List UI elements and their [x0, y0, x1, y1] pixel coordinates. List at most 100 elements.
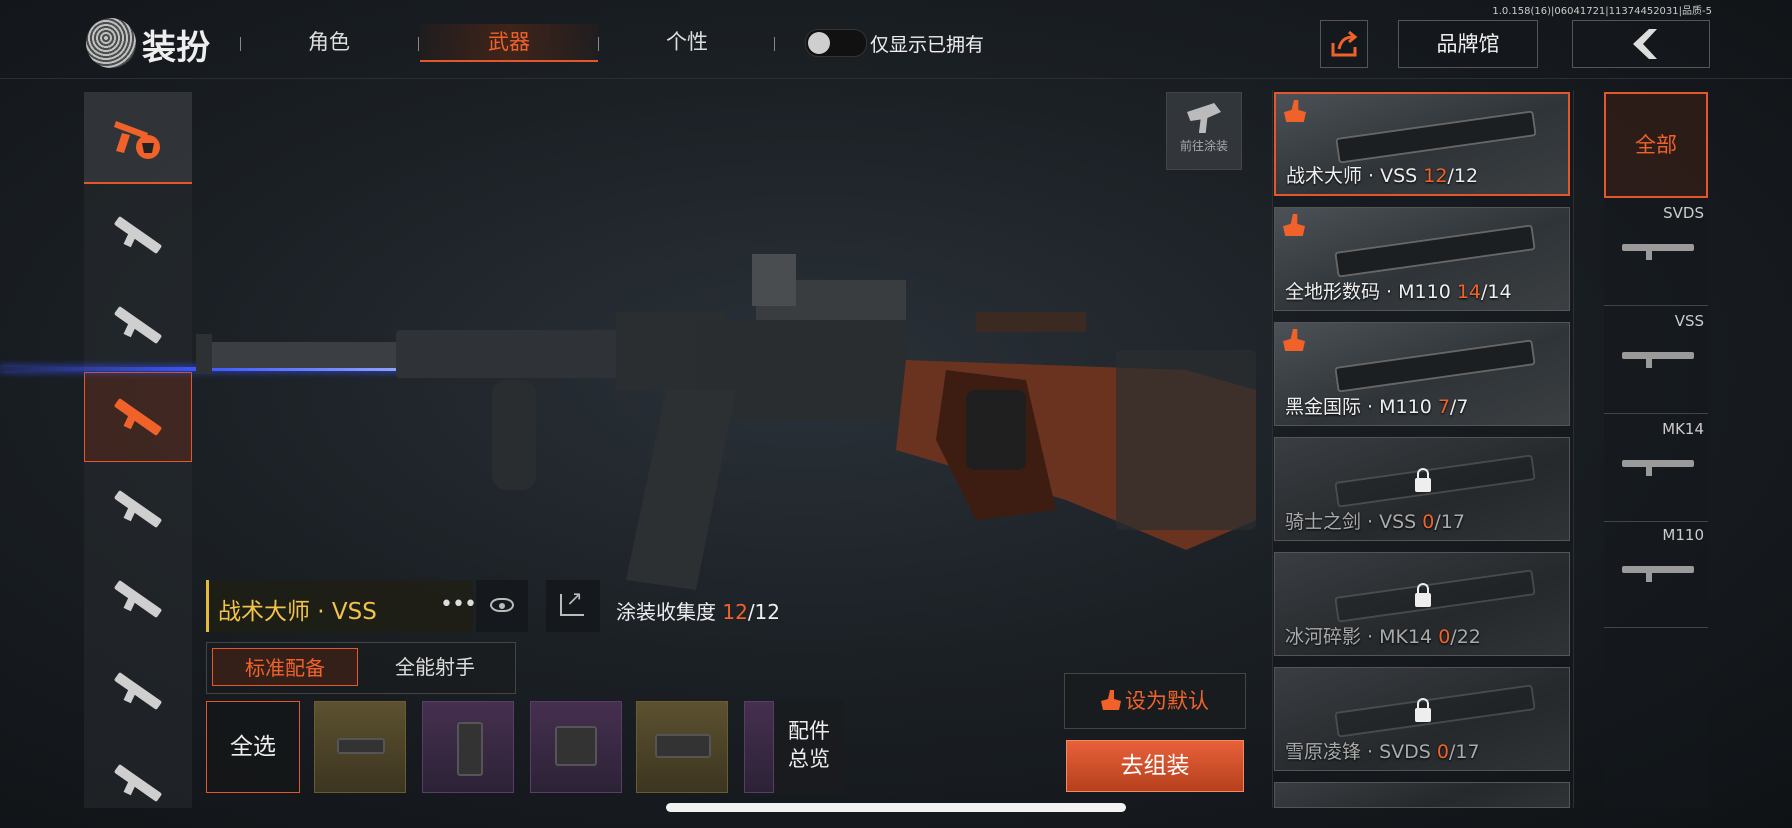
share-button[interactable] [1320, 20, 1368, 68]
weapon-name: 战术大师 · VSS [218, 599, 377, 625]
skin-have: 14 [1456, 281, 1482, 303]
category-smg[interactable] [84, 280, 192, 370]
skin-card[interactable]: 骑士之剑 · VSS 0/17 [1274, 437, 1570, 541]
skin-card[interactable]: 冰河碎影 · MK14 0/22 [1274, 552, 1570, 656]
attachment-slot-stock[interactable] [636, 701, 728, 793]
weapon-model-vss[interactable] [196, 250, 1266, 590]
skin-label: 黑金国际 · M110 7/7 [1285, 392, 1468, 419]
category-shotgun[interactable] [84, 646, 192, 736]
m110-icon [1622, 566, 1694, 582]
category-lmg[interactable] [84, 738, 192, 828]
filter-vss[interactable]: VSS [1604, 308, 1708, 414]
share-weapon-button[interactable] [546, 580, 600, 632]
category-assault-rifle[interactable] [84, 190, 192, 280]
back-arrow-icon [1633, 29, 1657, 59]
tab-personality[interactable]: 个性 [598, 24, 776, 60]
skin-label: 雪原凌锋 · SVDS 0/17 [1285, 737, 1480, 764]
set-default-button[interactable]: 设为默认 [1064, 673, 1246, 729]
preview-button[interactable] [476, 580, 528, 632]
smg-icon [113, 305, 163, 345]
skin-total: /17 [1449, 741, 1480, 763]
skin-have: 12 [1423, 165, 1448, 187]
skin-thumbnail [1334, 454, 1536, 508]
tab-standard-loadout[interactable]: 标准配备 [212, 648, 358, 686]
paint-brush-gun-icon [114, 121, 160, 159]
attachment-slot-grip[interactable] [422, 701, 514, 793]
skin-card[interactable]: 雪原凌锋 · SVDS 0/17 [1274, 667, 1570, 771]
paint-brush-icon [1284, 100, 1306, 122]
bolt-rifle-icon [113, 489, 163, 529]
go-to-paint-label: 前往涂装 [1179, 139, 1228, 153]
divider [774, 37, 775, 51]
skin-label: 全地形数码 · M110 14/14 [1285, 277, 1512, 304]
attachment-slot-sight[interactable] [530, 701, 622, 793]
mk14-icon [1622, 460, 1694, 476]
lock-icon [1415, 468, 1431, 492]
attachment-overview-button[interactable]: 配件 总览 [774, 701, 844, 793]
skin-thumbnail [1334, 224, 1536, 278]
set-default-label: 设为默认 [1125, 689, 1209, 713]
share-icon [1331, 30, 1358, 57]
attachment-slot-suppressor[interactable] [314, 701, 406, 793]
skin-total: /22 [1450, 626, 1481, 648]
home-indicator[interactable] [666, 803, 1126, 812]
back-button[interactable] [1572, 20, 1710, 68]
lmg-icon [113, 763, 163, 803]
collection-total: /12 [747, 600, 780, 624]
skin-name: 雪原凌锋 · SVDS [1285, 741, 1437, 763]
skin-card[interactable]: 黑金国际 · M110 7/7 [1274, 322, 1570, 426]
collection-have: 12 [722, 600, 748, 624]
skin-have: 0 [1436, 741, 1450, 763]
tab-allround-loadout[interactable]: 全能射手 [362, 648, 508, 686]
skin-label: 战术大师 · VSS 12/12 [1286, 161, 1478, 188]
grip-icon [457, 722, 483, 776]
category-paint[interactable] [84, 92, 192, 184]
skin-card[interactable]: 全地形数码 · M110 14/14 [1274, 207, 1570, 311]
vss-icon [1622, 352, 1694, 368]
skin-have: 7 [1437, 396, 1450, 418]
skin-card-partial[interactable] [1274, 782, 1570, 808]
overview-line2: 总览 [788, 747, 830, 771]
more-options-icon[interactable]: ••• [440, 592, 477, 617]
assemble-button[interactable]: 去组装 [1066, 740, 1244, 792]
skin-name: 骑士之剑 · VSS [1285, 511, 1423, 533]
select-all-button[interactable]: 全选 [206, 701, 300, 793]
filter-name: MK14 [1662, 420, 1704, 438]
filter-m110[interactable]: M110 [1604, 522, 1708, 628]
sight-icon [555, 726, 597, 766]
collection-label: 涂装收集度 [616, 600, 716, 624]
owned-only-toggle[interactable] [805, 29, 867, 57]
filter-name: M110 [1662, 526, 1704, 544]
lock-icon [1415, 698, 1431, 722]
tab-weapons[interactable]: 武器 [420, 24, 598, 62]
category-sniper[interactable] [84, 372, 192, 462]
eye-icon [490, 598, 514, 612]
share-icon [560, 586, 584, 616]
tab-character[interactable]: 角色 [240, 24, 418, 60]
brand-hall-button[interactable]: 品牌馆 [1398, 20, 1538, 68]
rifle-icon [113, 579, 163, 619]
paint-brush-icon [1101, 690, 1121, 710]
category-bolt-rifle[interactable] [84, 464, 192, 554]
assault-rifle-icon [113, 215, 163, 255]
filter-all-button[interactable]: 全部 [1604, 92, 1708, 198]
filter-name: SVDS [1663, 204, 1704, 222]
filter-svds[interactable]: SVDS [1604, 200, 1708, 306]
go-to-paint-button[interactable]: 前往涂装 [1166, 92, 1242, 170]
skin-name: 冰河碎影 · MK14 [1285, 626, 1439, 648]
overview-line1: 配件 [788, 719, 830, 743]
owned-only-label: 仅显示已拥有 [870, 34, 985, 56]
toggle-knob [808, 32, 830, 54]
filter-mk14[interactable]: MK14 [1604, 416, 1708, 522]
skin-card[interactable]: 战术大师 · VSS 12/12 [1274, 92, 1570, 196]
attachment-slot-partial[interactable] [744, 701, 774, 793]
sniper-rifle-icon [113, 397, 163, 437]
skin-label: 骑士之剑 · VSS 0/17 [1285, 507, 1465, 534]
svds-icon [1622, 244, 1694, 260]
paint-brush-icon [1283, 214, 1305, 236]
skin-name: 全地形数码 · M110 [1285, 281, 1457, 303]
skin-have: 0 [1438, 626, 1451, 648]
category-rifle[interactable] [84, 554, 192, 644]
suppressor-icon [337, 738, 385, 754]
stock-icon [655, 734, 711, 758]
